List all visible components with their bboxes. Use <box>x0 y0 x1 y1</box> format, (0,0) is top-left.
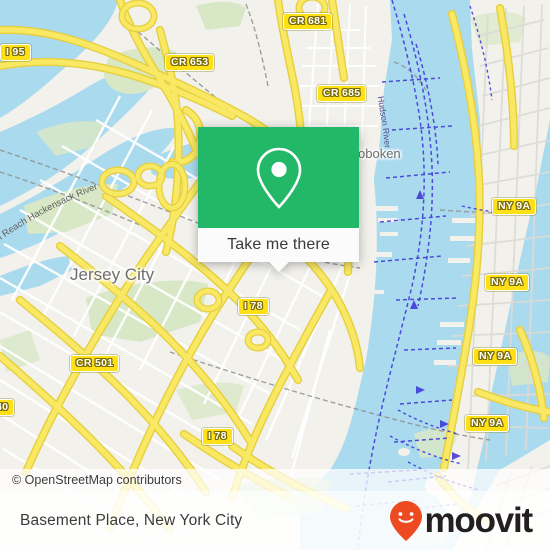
moovit-brand[interactable]: moovit <box>389 500 550 542</box>
map-canvas[interactable]: on Reach Hackensack River Hudson River J… <box>0 0 550 550</box>
callout-tail <box>268 261 290 272</box>
take-me-there-label: Take me there <box>227 236 330 253</box>
map-screenshot: on Reach Hackensack River Hudson River J… <box>0 0 550 550</box>
moovit-wordmark: moovit <box>424 501 533 540</box>
shield-cr-681: CR 681 <box>283 13 333 30</box>
bottom-info-bar: Basement Place, New York City moovit <box>0 491 550 550</box>
shield-40: 40 <box>0 399 15 416</box>
osm-attribution-text: © OpenStreetMap contributors <box>12 473 182 487</box>
map-pin-icon <box>256 147 301 209</box>
shield-cr-685: CR 685 <box>317 85 367 102</box>
shield-ny-9a-4: NY 9A <box>465 415 510 432</box>
place-label-hoboken: oboken <box>358 146 401 161</box>
shield-i-78-2: I 78 <box>202 428 233 445</box>
callout-action-bar[interactable]: Take me there <box>198 228 359 272</box>
place-title: Basement Place, New York City <box>20 511 243 529</box>
take-me-there-callout[interactable]: Take me there <box>198 127 359 272</box>
shield-ny-9a-1: NY 9A <box>492 198 537 215</box>
shield-cr-501: CR 501 <box>70 355 120 372</box>
shield-ny-9a-3: NY 9A <box>473 348 518 365</box>
shield-cr-653: CR 653 <box>165 54 215 71</box>
moovit-smiley-pin-icon <box>390 500 423 541</box>
osm-attribution-bar: © OpenStreetMap contributors <box>0 469 550 491</box>
place-label-jersey-city: Jersey City <box>70 265 155 284</box>
shield-ny-9a-2: NY 9A <box>485 274 530 291</box>
callout-pin-area <box>198 127 359 228</box>
shield-i-95: I 95 <box>0 44 31 61</box>
shield-i-78-1: I 78 <box>238 298 269 315</box>
